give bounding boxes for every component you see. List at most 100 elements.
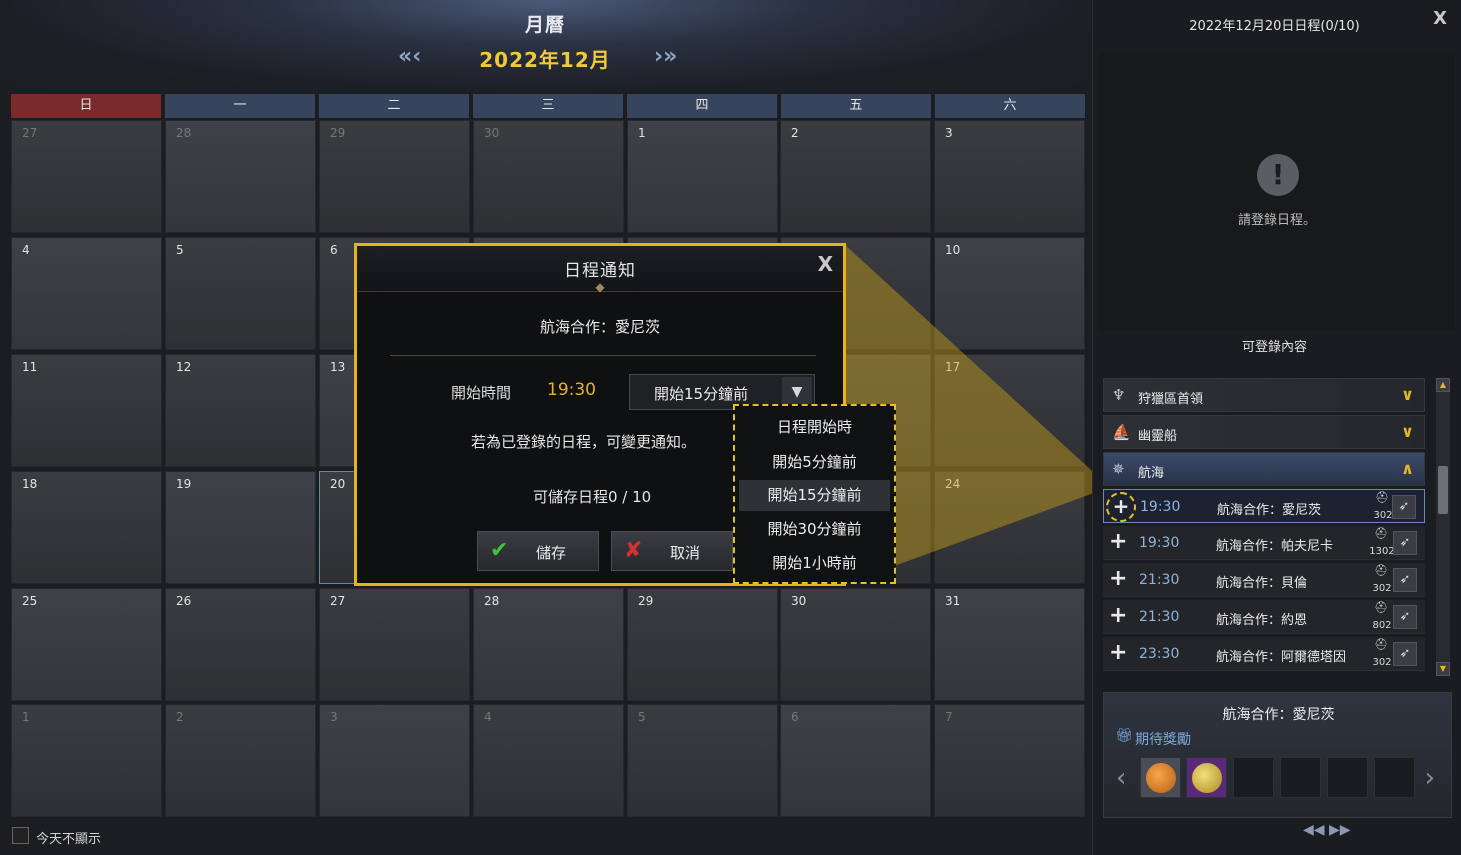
- weekday-header-row: 日 一 二 三 四 五 六: [11, 94, 1085, 118]
- compass-icon[interactable]: ➶: [1393, 642, 1417, 666]
- calendar-day[interactable]: 18: [11, 471, 162, 584]
- category-sailing[interactable]: ✵ 航海 ∧: [1103, 452, 1425, 486]
- pager-arrows-icon[interactable]: ◀◀ ▶▶: [1303, 822, 1351, 838]
- event-row[interactable]: + 19:30 航海合作：愛尼茨 ⛑ 302 ➶: [1103, 489, 1425, 523]
- scroll-down-icon[interactable]: ▼: [1436, 662, 1450, 676]
- category-label: 狩獵區首領: [1138, 392, 1204, 407]
- calendar-day[interactable]: 29: [627, 588, 778, 701]
- event-row[interactable]: + 23:30 航海合作：阿爾德塔因 ⛑ 302 ➶: [1103, 637, 1425, 671]
- category-field-boss[interactable]: ♆ 狩獵區首領 ∨: [1103, 378, 1425, 412]
- save-button[interactable]: ✔ 儲存: [477, 531, 599, 571]
- dialog-header: 日程通知 ◆ X: [357, 246, 843, 294]
- category-label: 航海: [1138, 466, 1165, 481]
- event-time: 23:30: [1139, 646, 1180, 662]
- calendar-day[interactable]: 19: [165, 471, 316, 584]
- calendar-day[interactable]: 3: [934, 120, 1085, 233]
- calendar-day[interactable]: 29: [319, 120, 470, 233]
- dropdown-option-selected[interactable]: 開始15分鐘前: [739, 480, 890, 511]
- double-chevron-right-icon[interactable]: ›»: [654, 44, 677, 69]
- calendar-day[interactable]: 2: [165, 704, 316, 817]
- calendar-day[interactable]: 31: [934, 588, 1085, 701]
- reward-slot-empty: [1280, 757, 1321, 798]
- calendar-day[interactable]: 25: [11, 588, 162, 701]
- add-schedule-icon[interactable]: +: [1109, 566, 1127, 591]
- ghost-ship-icon: ⛵: [1112, 423, 1131, 441]
- add-schedule-icon[interactable]: +: [1106, 492, 1136, 522]
- chevron-left-icon[interactable]: ‹: [1116, 763, 1126, 793]
- calendar-day[interactable]: 5: [165, 237, 316, 350]
- dialog-event-name: 航海合作：愛尼茨: [539, 318, 660, 336]
- scroll-thumb[interactable]: [1438, 466, 1448, 514]
- chevron-right-icon[interactable]: ›: [1425, 763, 1435, 793]
- dialog-title: 日程通知: [564, 261, 636, 281]
- calendar-day[interactable]: 5: [627, 704, 778, 817]
- calendar-day[interactable]: 10: [934, 237, 1085, 350]
- reward-slot[interactable]: [1186, 757, 1227, 798]
- calendar-day[interactable]: 30: [473, 120, 624, 233]
- day-number: 18: [22, 477, 38, 491]
- event-row[interactable]: + 21:30 航海合作：貝倫 ⛑ 302 ➶: [1103, 563, 1425, 597]
- calendar-day[interactable]: 27: [319, 588, 470, 701]
- compass-icon[interactable]: ➶: [1392, 495, 1416, 519]
- notify-timing-value: 開始15分鐘前: [654, 385, 749, 403]
- calendar-day[interactable]: 28: [165, 120, 316, 233]
- event-time: 21:30: [1139, 609, 1180, 625]
- compass-icon[interactable]: ➶: [1393, 568, 1417, 592]
- day-number: 30: [791, 594, 807, 608]
- empty-schedule-text: 請登錄日程。: [1237, 213, 1316, 228]
- add-schedule-icon[interactable]: +: [1109, 529, 1127, 554]
- dropdown-option[interactable]: 日程開始時: [739, 412, 890, 443]
- day-number: 3: [945, 126, 953, 140]
- cancel-label: 取消: [670, 544, 701, 562]
- ornament-icon: ◆: [595, 280, 605, 294]
- calendar-day[interactable]: 28: [473, 588, 624, 701]
- calendar-day[interactable]: 30: [780, 588, 931, 701]
- dropdown-option[interactable]: 開始30分鐘前: [739, 514, 890, 545]
- calendar-day[interactable]: 24: [934, 471, 1085, 584]
- add-schedule-icon[interactable]: +: [1109, 640, 1127, 665]
- x-mark-icon: ✘: [624, 538, 643, 563]
- calendar-day[interactable]: 27: [11, 120, 162, 233]
- scroll-up-icon[interactable]: ▲: [1436, 378, 1450, 392]
- day-number: 25: [22, 594, 38, 608]
- category-ghost-ship[interactable]: ⛵ 幽靈船 ∨: [1103, 415, 1425, 449]
- calendar-day[interactable]: 1: [627, 120, 778, 233]
- compass-icon[interactable]: ➶: [1393, 605, 1417, 629]
- add-schedule-icon[interactable]: +: [1109, 603, 1127, 628]
- dropdown-option[interactable]: 開始1小時前: [739, 548, 890, 579]
- calendar-day[interactable]: 11: [11, 354, 162, 467]
- calendar-day[interactable]: 17: [934, 354, 1085, 467]
- calendar-day[interactable]: 2: [780, 120, 931, 233]
- calendar-day[interactable]: 1: [11, 704, 162, 817]
- calendar-day[interactable]: 3: [319, 704, 470, 817]
- available-content-title: 可登錄內容: [1241, 340, 1307, 355]
- compass-icon[interactable]: ➶: [1393, 531, 1417, 555]
- calendar-day[interactable]: 12: [165, 354, 316, 467]
- chevron-up-icon: ∧: [1401, 459, 1414, 478]
- dropdown-option[interactable]: 開始5分鐘前: [739, 447, 890, 478]
- event-row[interactable]: + 21:30 航海合作：約恩 ⛑ 802 ➶: [1103, 600, 1425, 634]
- event-time: 19:30: [1140, 499, 1181, 515]
- calendar-day[interactable]: 7: [934, 704, 1085, 817]
- helmet-icon: ⛑: [1375, 491, 1389, 504]
- cancel-button[interactable]: ✘ 取消: [611, 531, 733, 571]
- weekday-mon: 一: [165, 94, 315, 118]
- event-list-scrollbar[interactable]: ▲ ▼: [1436, 378, 1450, 676]
- day-number: 3: [330, 710, 338, 724]
- category-label: 幽靈船: [1138, 429, 1178, 444]
- event-name: 航海合作：約恩: [1216, 613, 1308, 628]
- double-chevron-left-icon[interactable]: «‹: [398, 44, 421, 69]
- calendar-day[interactable]: 6: [780, 704, 931, 817]
- day-number: 10: [945, 243, 961, 257]
- save-label: 儲存: [536, 544, 567, 562]
- close-icon[interactable]: X: [818, 252, 833, 276]
- close-icon[interactable]: X: [1433, 8, 1447, 29]
- calendar-day[interactable]: 4: [11, 237, 162, 350]
- dont-show-today-checkbox[interactable]: [12, 827, 29, 844]
- gift-icon: 🎁︎: [1115, 728, 1133, 744]
- chevron-down-icon[interactable]: ▼: [782, 377, 812, 407]
- event-row[interactable]: + 19:30 航海合作：帕夫尼卡 ⛑ 1302 ➶: [1103, 526, 1425, 560]
- calendar-day[interactable]: 26: [165, 588, 316, 701]
- calendar-day[interactable]: 4: [473, 704, 624, 817]
- reward-slot[interactable]: [1140, 757, 1181, 798]
